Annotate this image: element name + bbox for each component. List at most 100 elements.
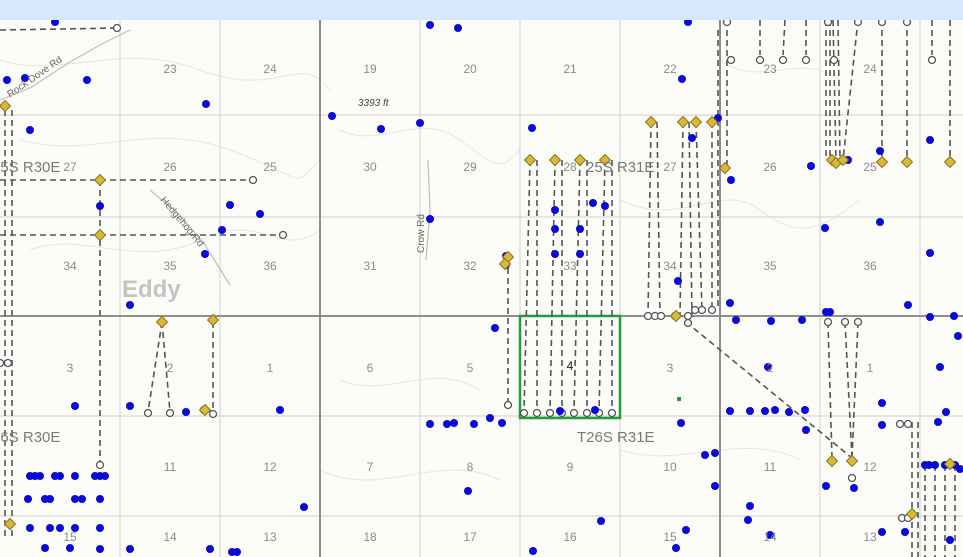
plugged-well-icon[interactable] — [582, 408, 592, 418]
oil-well-icon[interactable] — [206, 545, 214, 553]
oil-well-icon[interactable] — [726, 407, 734, 415]
oil-well-icon[interactable] — [182, 408, 190, 416]
oil-well-icon[interactable] — [926, 136, 934, 144]
oil-well-icon[interactable] — [576, 225, 584, 233]
oil-well-icon[interactable] — [576, 250, 584, 258]
plugged-well-icon[interactable] — [847, 473, 857, 483]
gas-well-icon[interactable] — [900, 155, 914, 169]
plugged-well-icon[interactable] — [683, 318, 693, 328]
map-canvas[interactable]: 23 24 19 20 21 22 23 2427 26 25 30 29 28 27 26 2534 35 36… — [0, 20, 963, 557]
oil-well-icon[interactable] — [597, 517, 605, 525]
plugged-well-icon[interactable] — [0, 358, 5, 368]
oil-well-icon[interactable] — [377, 125, 385, 133]
plugged-well-icon[interactable] — [840, 317, 850, 327]
oil-well-icon[interactable] — [682, 526, 690, 534]
oil-well-icon[interactable] — [678, 75, 686, 83]
oil-well-icon[interactable] — [785, 408, 793, 416]
oil-well-icon[interactable] — [850, 484, 858, 492]
oil-well-icon[interactable] — [551, 250, 559, 258]
gas-well-icon[interactable] — [93, 173, 107, 187]
oil-well-icon[interactable] — [218, 226, 226, 234]
oil-well-icon[interactable] — [233, 548, 241, 556]
oil-well-icon[interactable] — [276, 406, 284, 414]
gas-well-icon[interactable] — [689, 115, 703, 129]
gas-well-icon[interactable] — [644, 115, 658, 129]
oil-well-icon[interactable] — [746, 502, 754, 510]
oil-well-icon[interactable] — [36, 472, 44, 480]
plugged-well-icon[interactable] — [532, 408, 542, 418]
plugged-well-icon[interactable] — [545, 408, 555, 418]
plugged-well-icon[interactable] — [829, 55, 839, 65]
plugged-well-icon[interactable] — [248, 175, 258, 185]
oil-well-icon[interactable] — [954, 332, 962, 340]
oil-well-icon[interactable] — [802, 426, 810, 434]
oil-well-icon[interactable] — [551, 206, 559, 214]
oil-well-icon[interactable] — [946, 536, 954, 544]
plugged-well-icon[interactable] — [902, 20, 912, 27]
oil-well-icon[interactable] — [71, 495, 79, 503]
oil-well-icon[interactable] — [901, 528, 909, 536]
plugged-well-icon[interactable] — [927, 55, 937, 65]
oil-well-icon[interactable] — [71, 472, 79, 480]
plugged-well-icon[interactable] — [519, 408, 529, 418]
oil-well-icon[interactable] — [711, 449, 719, 457]
oil-well-icon[interactable] — [601, 202, 609, 210]
plugged-well-icon[interactable] — [697, 305, 707, 315]
oil-well-icon[interactable] — [450, 419, 458, 427]
plugged-well-icon[interactable] — [143, 408, 153, 418]
plugged-well-icon[interactable] — [683, 311, 693, 321]
oil-well-icon[interactable] — [26, 524, 34, 532]
plugged-well-icon[interactable] — [853, 317, 863, 327]
oil-well-icon[interactable] — [426, 215, 434, 223]
plugged-well-icon[interactable] — [722, 20, 732, 27]
oil-well-icon[interactable] — [529, 547, 537, 555]
oil-well-icon[interactable] — [226, 201, 234, 209]
oil-well-icon[interactable] — [96, 495, 104, 503]
oil-well-icon[interactable] — [878, 421, 886, 429]
oil-well-icon[interactable] — [551, 225, 559, 233]
oil-well-icon[interactable] — [876, 218, 884, 226]
plugged-well-icon[interactable] — [278, 230, 288, 240]
gas-well-icon[interactable] — [155, 315, 169, 329]
oil-well-icon[interactable] — [300, 503, 308, 511]
oil-well-icon[interactable] — [56, 472, 64, 480]
oil-well-icon[interactable] — [256, 210, 264, 218]
oil-well-icon[interactable] — [202, 100, 210, 108]
gas-well-icon[interactable] — [198, 403, 212, 417]
oil-well-icon[interactable] — [591, 406, 599, 414]
oil-well-icon[interactable] — [876, 147, 884, 155]
oil-well-icon[interactable] — [126, 402, 134, 410]
plugged-well-icon[interactable] — [690, 305, 700, 315]
oil-well-icon[interactable] — [701, 451, 709, 459]
oil-well-icon[interactable] — [936, 363, 944, 371]
plugged-well-icon[interactable] — [569, 408, 579, 418]
plugged-well-icon[interactable] — [778, 55, 788, 65]
oil-well-icon[interactable] — [51, 20, 59, 26]
gas-well-icon[interactable] — [718, 161, 732, 175]
oil-well-icon[interactable] — [486, 414, 494, 422]
oil-well-icon[interactable] — [556, 407, 564, 415]
gas-well-icon[interactable] — [3, 517, 17, 531]
gas-well-icon[interactable] — [0, 99, 12, 113]
plugged-well-icon[interactable] — [707, 305, 717, 315]
plugged-well-icon[interactable] — [853, 20, 863, 27]
oil-well-icon[interactable] — [470, 420, 478, 428]
oil-well-icon[interactable] — [807, 162, 815, 170]
oil-well-icon[interactable] — [688, 134, 696, 142]
oil-well-icon[interactable] — [878, 528, 886, 536]
gas-well-icon[interactable] — [825, 454, 839, 468]
oil-well-icon[interactable] — [761, 407, 769, 415]
plugged-well-icon[interactable] — [656, 311, 666, 321]
oil-well-icon[interactable] — [498, 419, 506, 427]
oil-well-icon[interactable] — [528, 124, 536, 132]
oil-well-icon[interactable] — [83, 76, 91, 84]
gas-well-icon[interactable] — [93, 228, 107, 242]
oil-well-icon[interactable] — [96, 202, 104, 210]
oil-well-icon[interactable] — [41, 544, 49, 552]
oil-well-icon[interactable] — [96, 524, 104, 532]
plugged-well-icon[interactable] — [823, 317, 833, 327]
plugged-well-icon[interactable] — [3, 358, 13, 368]
plugged-well-icon[interactable] — [607, 408, 617, 418]
oil-well-icon[interactable] — [746, 407, 754, 415]
plugged-well-icon[interactable] — [208, 409, 218, 419]
